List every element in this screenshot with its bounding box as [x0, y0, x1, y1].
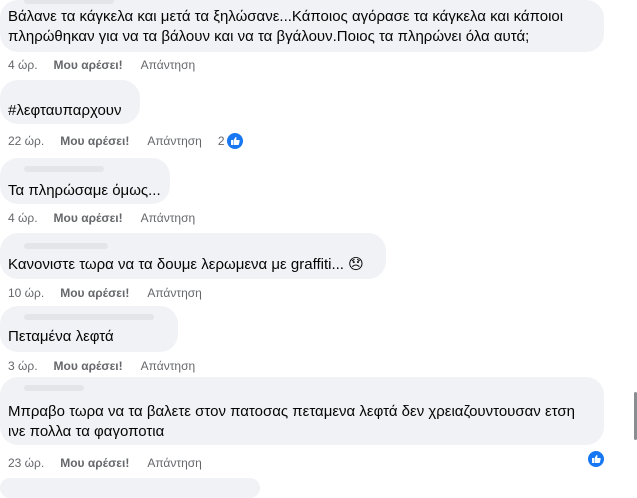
comment-text-line: Πεταμένα λεφτά	[8, 328, 114, 345]
author-name-redacted	[24, 243, 108, 249]
comment-text-line: #λεφταυπαρχουν	[8, 102, 122, 119]
like-button[interactable]: Μου αρέσει!	[60, 134, 129, 148]
like-button[interactable]: Μου αρέσει!	[60, 286, 129, 300]
comment-time[interactable]: 3 ώρ.	[8, 359, 38, 373]
author-name-redacted	[24, 314, 154, 320]
scrollbar[interactable]	[629, 0, 637, 483]
reply-button[interactable]: Απάντηση	[147, 286, 202, 300]
reply-button[interactable]: Απάντηση	[147, 456, 202, 470]
comment-meta: 3 ώρ. Μου αρέσει! Απάντηση	[8, 359, 195, 373]
reply-button[interactable]: Απάντηση	[141, 211, 196, 225]
comment-meta: 23 ώρ. Μου αρέσει! Απάντηση	[8, 456, 202, 470]
comment-bubble: Τα πληρώσαμε όμως...	[0, 158, 170, 204]
author-name-redacted	[24, 0, 114, 4]
comment-time[interactable]: 22 ώρ.	[8, 134, 44, 148]
like-reaction-icon[interactable]	[588, 451, 604, 467]
comment-text-line: Κανονιστε τωρα να τα δουμε λερωμενα με g…	[8, 256, 364, 273]
like-reaction-icon[interactable]	[226, 133, 243, 149]
comment-bubble: #λεφταυπαρχουν	[0, 80, 140, 124]
comment-text-line: Μπραβο τωρα να τα βαλετε στον πατοσας πε…	[8, 403, 575, 420]
comment-text-line: Βάλανε τα κάγκελα και μετά τα ξηλώσανε..…	[8, 8, 564, 25]
comment-bubble: Μπραβο τωρα να τα βαλετε στον πατοσας πε…	[0, 377, 604, 445]
comment-text-line: ινε πολλα τα φαγοποτια	[8, 423, 165, 440]
comment-bubble: Βάλανε τα κάγκελα και μετά τα ξηλώσανε..…	[0, 0, 604, 52]
comment-meta: 22 ώρ. Μου αρέσει! Απάντηση 2	[8, 133, 243, 149]
like-button[interactable]: Μου αρέσει!	[60, 456, 129, 470]
comment-meta: 10 ώρ. Μου αρέσει! Απάντηση	[8, 286, 202, 300]
comment-bubble: Κανονιστε τωρα να τα δουμε λερωμενα με g…	[0, 233, 386, 279]
reply-button[interactable]: Απάντηση	[141, 359, 196, 373]
like-button[interactable]: Μου αρέσει!	[54, 211, 123, 225]
comment-meta: 4 ώρ. Μου αρέσει! Απάντηση	[8, 58, 195, 72]
like-button[interactable]: Μου αρέσει!	[54, 58, 123, 72]
comment-time[interactable]: 4 ώρ.	[8, 58, 38, 72]
reply-button[interactable]: Απάντηση	[147, 134, 202, 148]
comment-text-line: πληρώθηκαν για να τα βάλουν και να τα βγ…	[8, 28, 530, 45]
comment-bubble-partial	[0, 478, 260, 498]
reaction-count[interactable]: 2	[218, 134, 225, 148]
comment-bubble: Πεταμένα λεφτά	[0, 306, 178, 352]
comment-time[interactable]: 23 ώρ.	[8, 456, 44, 470]
author-name-redacted	[24, 385, 84, 391]
like-button[interactable]: Μου αρέσει!	[54, 359, 123, 373]
comment-text-line: Τα πληρώσαμε όμως...	[8, 182, 161, 199]
comment-time[interactable]: 4 ώρ.	[8, 211, 38, 225]
reply-button[interactable]: Απάντηση	[141, 58, 196, 72]
author-name-redacted	[24, 166, 104, 172]
comment-time[interactable]: 10 ώρ.	[8, 286, 44, 300]
comment-meta: 4 ώρ. Μου αρέσει! Απάντηση	[8, 211, 195, 225]
